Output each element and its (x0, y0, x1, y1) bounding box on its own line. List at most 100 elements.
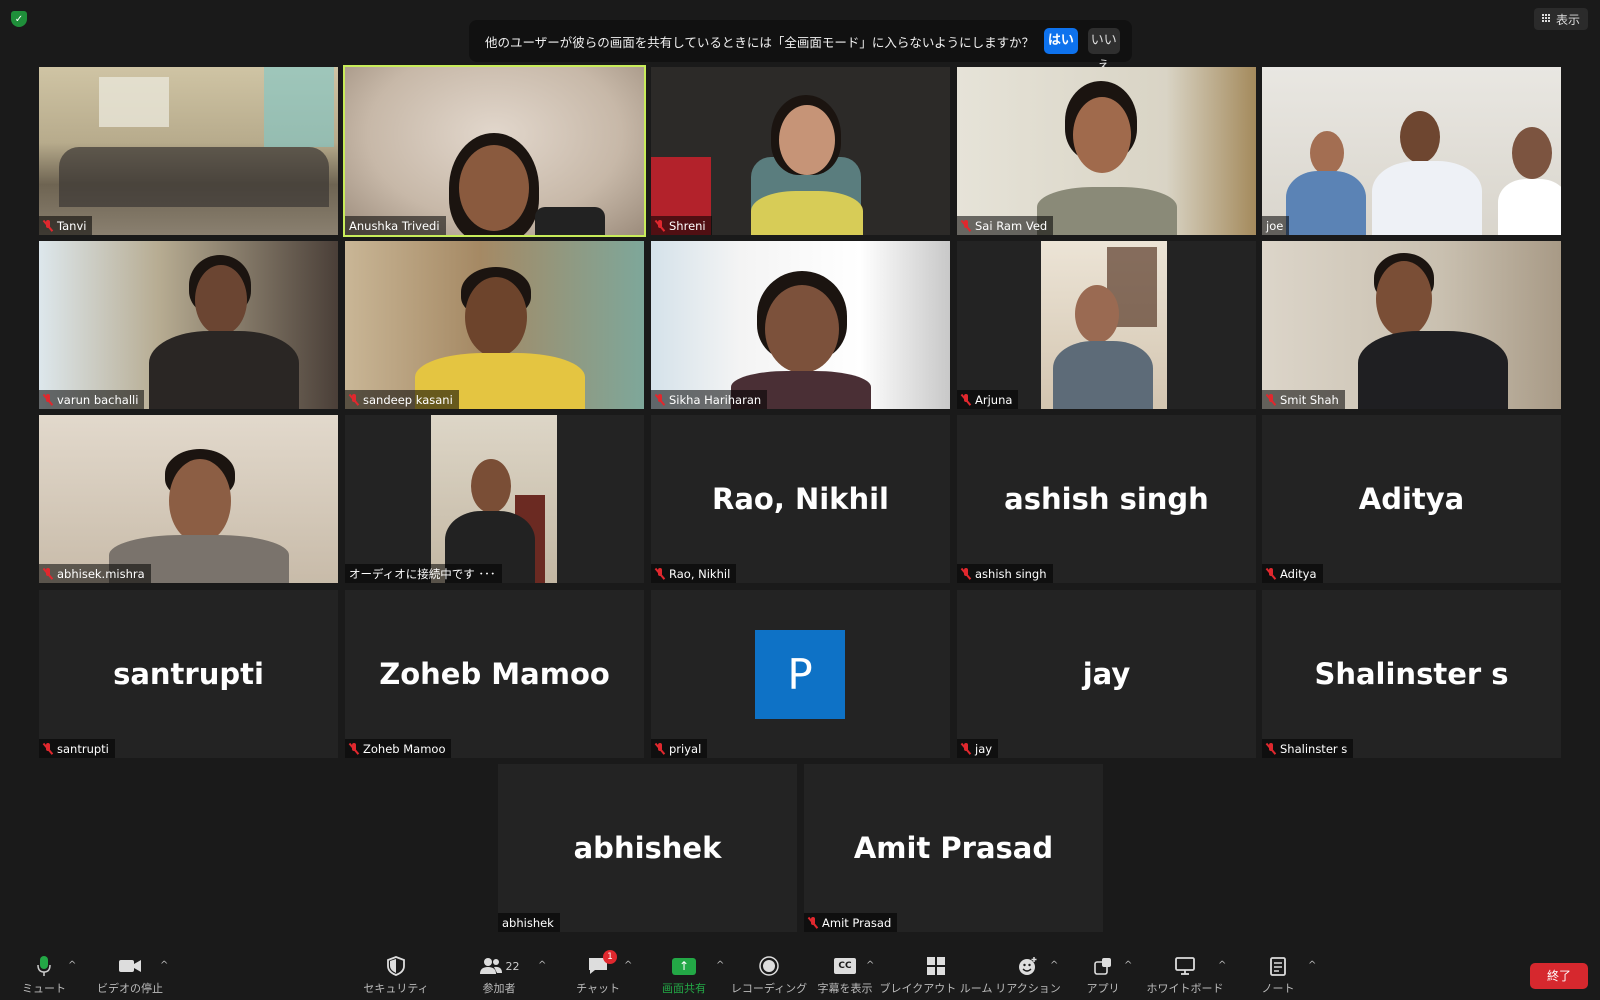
smiley-icon (1018, 954, 1038, 978)
mic-muted-icon (961, 567, 971, 580)
video-tile-jay[interactable]: jay jay (957, 590, 1256, 758)
no-button[interactable]: いいえ (1087, 28, 1120, 74)
participant-label: Rao, Nikhil (651, 564, 737, 583)
avatar: P (755, 630, 845, 719)
chat-options-caret-icon[interactable]: ^ (624, 960, 632, 971)
mic-muted-icon (655, 567, 665, 580)
video-tile-shalinster-s[interactable]: Shalinster s Shalinster s (1262, 590, 1561, 758)
video-tile-aditya[interactable]: Aditya Aditya (1262, 415, 1561, 583)
security-button[interactable]: セキュリティ (363, 954, 429, 998)
video-tile-rao-nikhil[interactable]: Rao, Nikhil Rao, Nikhil (651, 415, 950, 583)
banner-text: 他のユーザーが彼らの画面を共有しているときには「全画面モード」に入らないようにし… (485, 34, 1035, 50)
shield-icon (387, 954, 405, 978)
apps-button[interactable]: アプリ (1087, 954, 1120, 998)
audio-options-caret-icon[interactable]: ^ (68, 960, 76, 971)
mic-muted-icon (808, 916, 818, 929)
participant-name-display: Shalinster s (1314, 657, 1509, 691)
video-tile-smit-shah[interactable]: Smit Shah (1262, 241, 1561, 409)
record-icon (759, 954, 779, 978)
whiteboard-button[interactable]: ホワイトボード (1147, 954, 1224, 998)
chat-button[interactable]: 1 チャット (576, 950, 620, 998)
participant-label: Zoheb Mamoo (345, 739, 452, 758)
mic-muted-icon (43, 742, 53, 755)
participant-label: varun bachalli (39, 390, 145, 409)
share-screen-button[interactable]: ↑ 画面共有 (660, 954, 708, 998)
participant-label: Sikha Hariharan (651, 390, 768, 409)
participant-label: Sai Ram Ved (957, 216, 1054, 235)
participant-label: Shalinster s (1262, 739, 1354, 758)
participant-name-display: Rao, Nikhil (712, 482, 889, 516)
participant-label: Arjuna (957, 390, 1019, 409)
video-tile-santrupti[interactable]: santrupti santrupti (39, 590, 338, 758)
meeting-toolbar: ミュート ^ ビデオの停止 ^ セキュリティ 22 参加者 ^ 1 チャット ^… (0, 948, 1600, 1000)
participants-icon (479, 958, 502, 974)
mic-muted-icon (655, 742, 665, 755)
video-tile-abhishek[interactable]: abhishek abhishek (498, 764, 797, 932)
video-tile-ashish-singh[interactable]: ashish singh ashish singh (957, 415, 1256, 583)
record-button[interactable]: レコーディング (731, 954, 807, 998)
mic-muted-icon (1266, 742, 1276, 755)
video-tile-sikha-hariharan[interactable]: Sikha Hariharan (651, 241, 950, 409)
chat-unread-badge: 1 (603, 950, 617, 964)
participant-label: Shreni (651, 216, 712, 235)
participant-name-display: Aditya (1358, 482, 1465, 516)
video-tile-amit-prasad[interactable]: Amit Prasad Amit Prasad (804, 764, 1103, 932)
participant-label: Tanvi (39, 216, 93, 235)
participant-name-display: jay (1082, 657, 1131, 691)
video-tile-arjuna[interactable]: Arjuna (957, 241, 1256, 409)
participants-options-caret-icon[interactable]: ^ (538, 960, 546, 971)
participant-label: Smit Shah (1262, 390, 1345, 409)
mic-muted-icon (43, 567, 53, 580)
participant-name-display: ashish singh (1004, 482, 1209, 516)
video-tile-zoheb-mamoo[interactable]: Zoheb Mamoo Zoheb Mamoo (345, 590, 644, 758)
video-tile-sandeep-kasani[interactable]: sandeep kasani (345, 241, 644, 409)
participant-count: 22 (505, 959, 520, 973)
encryption-shield-icon[interactable]: ✓ (11, 11, 27, 27)
participant-label: Anushka Trivedi (345, 216, 446, 235)
video-tile-varun-bachalli[interactable]: varun bachalli (39, 241, 338, 409)
mic-muted-icon (349, 742, 359, 755)
video-options-caret-icon[interactable]: ^ (160, 960, 168, 971)
yes-button[interactable]: はい (1044, 28, 1078, 54)
whiteboard-icon (1174, 954, 1196, 978)
participants-button[interactable]: 22 参加者 (474, 954, 524, 998)
video-tile-anushka-trivedi[interactable]: Anushka Trivedi (343, 65, 646, 237)
mic-muted-icon (655, 393, 665, 406)
breakout-rooms-button[interactable]: ブレイクアウト ルーム (880, 954, 992, 998)
participant-label: Aditya (1262, 564, 1323, 583)
video-tile-priyal[interactable]: P priyal (651, 590, 950, 758)
participant-label: sandeep kasani (345, 390, 459, 409)
video-tile-shreni[interactable]: Shreni (651, 67, 950, 235)
video-tile-connecting-audio[interactable]: オーディオに接続中です ･･･ (345, 415, 644, 583)
reactions-options-caret-icon[interactable]: ^ (1050, 960, 1058, 971)
reactions-button[interactable]: リアクション (995, 954, 1061, 998)
video-tile-abhisek-mishra[interactable]: abhisek.mishra (39, 415, 338, 583)
microphone-icon (37, 954, 51, 978)
participant-label: santrupti (39, 739, 115, 758)
participant-name-display: Amit Prasad (853, 831, 1054, 865)
apps-icon (1093, 954, 1113, 978)
stop-video-button[interactable]: ビデオの停止 (96, 954, 164, 998)
share-options-caret-icon[interactable]: ^ (716, 960, 724, 971)
video-tile-tanvi[interactable]: Tanvi (39, 67, 338, 235)
share-screen-icon: ↑ (672, 957, 696, 975)
view-button[interactable]: 表示 (1533, 8, 1588, 30)
captions-options-caret-icon[interactable]: ^ (866, 960, 874, 971)
video-tile-joe[interactable]: joe (1262, 67, 1561, 235)
mic-muted-icon (349, 393, 359, 406)
participant-name-display: Zoheb Mamoo (379, 657, 610, 691)
video-tile-sai-ram-ved[interactable]: Sai Ram Ved (957, 67, 1256, 235)
participant-label: abhisek.mishra (39, 564, 151, 583)
end-meeting-button[interactable]: 終了 (1530, 963, 1588, 989)
mic-muted-icon (961, 393, 971, 406)
participant-name-display: santrupti (113, 657, 264, 691)
notes-options-caret-icon[interactable]: ^ (1308, 960, 1316, 971)
whiteboard-options-caret-icon[interactable]: ^ (1218, 960, 1226, 971)
participant-label: オーディオに接続中です ･･･ (345, 564, 502, 583)
apps-options-caret-icon[interactable]: ^ (1124, 960, 1132, 971)
breakout-rooms-icon (926, 954, 946, 978)
grid-view-icon (1541, 14, 1552, 24)
mute-button[interactable]: ミュート (22, 954, 66, 998)
notes-button[interactable]: ノート (1262, 954, 1295, 998)
video-camera-icon (118, 954, 142, 978)
